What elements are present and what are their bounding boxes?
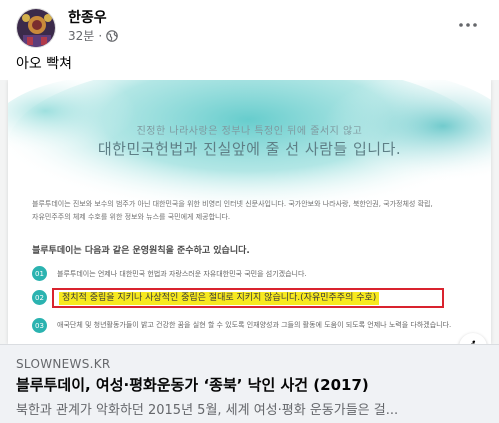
principle-item: 02: [32, 290, 47, 305]
avatar-image: [17, 9, 55, 47]
preview-document: 진정한 나라사랑은 정부나 특정인 뒤에 줄서지 않고 대한민국헌법과 진실앞에…: [8, 80, 491, 344]
link-preview-image[interactable]: 진정한 나라사랑은 정부나 특정인 뒤에 줄서지 않고 대한민국헌법과 진실앞에…: [0, 80, 499, 344]
post-time[interactable]: 32분: [68, 27, 94, 44]
watercolor-background: [8, 80, 491, 265]
preview-intro-line2: 자유민주주의 체제 수호를 위한 정보와 뉴스를 국민에게 제공합니다.: [32, 213, 231, 221]
author-name[interactable]: 한종우: [68, 7, 107, 27]
principle-text: 블루투데이는 언제나 대한민국 헌법과 자랑스러운 자유대한민국 국민을 섬기겠…: [57, 269, 307, 278]
more-options-button[interactable]: [453, 10, 483, 40]
principle-number: 01: [32, 266, 47, 281]
globe-icon[interactable]: [106, 29, 118, 42]
link-description: 북한과 관계가 악화하던 2015년 5월, 세계 여성·평화 운동가들은 걸.…: [16, 403, 399, 418]
preview-heading: 블루투데이는 다음과 같은 운영원칙을 준수하고 있습니다.: [32, 246, 250, 256]
principle-number: 02: [32, 290, 47, 305]
principle-number: 03: [32, 318, 47, 333]
meta-separator: ·: [98, 28, 103, 43]
preview-slogan-line2: 대한민국헌법과 진실앞에 줄 선 사람들 입니다.: [97, 140, 402, 158]
post-text: 아오 빡쳐: [16, 56, 72, 72]
link-info[interactable]: SLOWNEWS.KR 블루투데이, 여성·평화운동가 ‘종북’ 낙인 사건 (…: [0, 344, 499, 423]
link-title[interactable]: 블루투데이, 여성·평화운동가 ‘종북’ 낙인 사건 (2017): [16, 374, 486, 395]
principle-item: 01 블루투데이는 언제나 대한민국 헌법과 자랑스러운 자유대한민국 국민을 …: [32, 266, 307, 281]
principle-text-highlighted: 정치적 중립을 지키나 사상적인 중립은 절대로 지키지 않습니다.(자유민주주…: [59, 292, 380, 305]
post-header: 한종우 32분 ·: [0, 0, 499, 50]
preview-slogan-line1: 진정한 나라사랑은 정부나 특정인 뒤에 줄서지 않고: [136, 126, 363, 137]
preview-intro-line1: 블루투데이는 진보와 보수의 범주가 아닌 대한민국을 위한 비영리 인터넷 신…: [32, 200, 433, 208]
more-horizontal-icon: [459, 23, 477, 27]
preview-intro: 블루투데이는 진보와 보수의 범주가 아닌 대한민국을 위한 비영리 인터넷 신…: [32, 198, 472, 224]
principle-text: 애국단체 및 청년활동가들이 밝고 건강한 꿈을 실현 할 수 있도록 인재양성…: [57, 321, 452, 329]
highlight-box: 정치적 중립을 지키나 사상적인 중립은 절대로 지키지 않습니다.(자유민주주…: [52, 288, 444, 308]
link-domain: SLOWNEWS.KR: [16, 357, 111, 371]
principle-item: 03 애국단체 및 청년활동가들이 밝고 건강한 꿈을 실현 할 수 있도록 인…: [32, 318, 477, 333]
author-avatar[interactable]: [16, 8, 56, 48]
post-meta: 32분 ·: [68, 27, 118, 44]
